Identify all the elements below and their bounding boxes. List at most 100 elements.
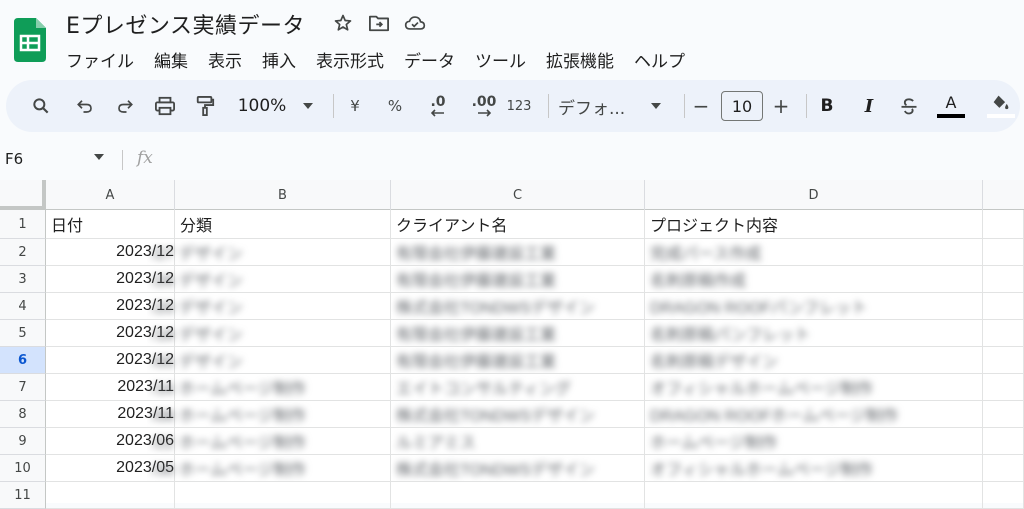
zoom-select[interactable]: 100% — [234, 80, 290, 132]
column-header-d[interactable]: D — [645, 180, 983, 210]
zoom-dropdown-icon[interactable] — [298, 80, 318, 132]
cell-empty[interactable] — [983, 482, 1024, 509]
cell-project[interactable]: オフィシャルホームページ制作 — [645, 455, 983, 482]
row-header[interactable]: 11 — [0, 482, 46, 509]
row-header[interactable]: 1 — [0, 210, 46, 239]
cell-client[interactable]: 株式会社TONDWSデザイン — [391, 455, 645, 482]
select-all-corner[interactable] — [0, 180, 46, 210]
cell-empty[interactable] — [983, 239, 1024, 266]
cell-c1[interactable]: クライアント名 — [391, 210, 645, 239]
fill-color-button[interactable] — [986, 80, 1016, 132]
column-header-b[interactable]: B — [175, 180, 391, 210]
menu-extensions[interactable]: 拡張機能 — [546, 45, 624, 74]
cell-client[interactable]: ルミアミス — [391, 428, 645, 455]
row-header[interactable]: 7 — [0, 374, 46, 401]
cell-client[interactable]: 有限会社伊藤建設工業 — [391, 239, 645, 266]
cell-category[interactable]: /18 デザイン — [147, 320, 391, 347]
cell-project[interactable]: DRAGON ROOFホームページ制作 — [645, 401, 983, 428]
cell-category[interactable]: /22 ホームページ制作 — [147, 428, 391, 455]
menu-insert[interactable]: 挿入 — [262, 45, 306, 74]
cell-empty[interactable] — [645, 482, 983, 509]
row-header[interactable]: 8 — [0, 401, 46, 428]
menu-view[interactable]: 表示 — [208, 45, 252, 74]
star-icon[interactable] — [332, 12, 354, 34]
cell-category[interactable]: /05 デザイン — [147, 347, 391, 374]
cell-empty[interactable] — [983, 428, 1024, 455]
cell-category[interactable]: /16 ホームページ制作 — [147, 374, 391, 401]
row-header[interactable]: 5 — [0, 320, 46, 347]
cell-project[interactable]: 完成パース作成 — [645, 239, 983, 266]
cell-empty[interactable] — [175, 482, 391, 509]
search-menus-icon[interactable] — [28, 80, 54, 132]
cell-a1[interactable]: 日付 — [46, 210, 175, 239]
cell-empty[interactable] — [983, 455, 1024, 482]
row-header[interactable]: 2 — [0, 239, 46, 266]
menu-edit[interactable]: 編集 — [154, 45, 198, 74]
cell-empty[interactable] — [983, 347, 1024, 374]
row-header[interactable]: 9 — [0, 428, 46, 455]
spreadsheet-grid[interactable]: A B C D 1 2 3 4 5 6 7 8 9 10 11 日付 分類 クラ… — [0, 180, 1024, 509]
menu-format[interactable]: 表示形式 — [316, 45, 394, 74]
cell-category[interactable]: /20 デザイン — [147, 293, 391, 320]
cell-project[interactable]: 名刺原稿デザイン — [645, 347, 983, 374]
strikethrough-icon[interactable] — [896, 80, 922, 132]
cell-project[interactable]: DRAGON ROOFパンフレット — [645, 293, 983, 320]
decrease-decimal-button[interactable]: .0 — [422, 80, 454, 132]
text-color-button[interactable]: A — [936, 80, 966, 132]
print-icon[interactable] — [151, 80, 179, 132]
cell-empty[interactable] — [391, 482, 645, 509]
menu-tools[interactable]: ツール — [475, 45, 536, 74]
percent-format-button[interactable]: % — [384, 80, 406, 132]
row-header[interactable]: 3 — [0, 266, 46, 293]
cell-project[interactable]: ホームページ制作 — [645, 428, 983, 455]
cell-category[interactable]: /08 ホームページ制作 — [147, 401, 391, 428]
paint-format-icon[interactable] — [191, 80, 219, 132]
menu-help[interactable]: ヘルプ — [634, 45, 695, 74]
font-dropdown-icon[interactable] — [646, 80, 666, 132]
cell-client[interactable]: 有限会社伊藤建設工業 — [391, 266, 645, 293]
menu-data[interactable]: データ — [404, 45, 465, 74]
cloud-saved-icon[interactable] — [404, 12, 426, 34]
cell-category[interactable]: /26 デザイン — [147, 266, 391, 293]
cell-empty[interactable] — [983, 266, 1024, 293]
increase-decimal-button[interactable]: .00 — [466, 80, 502, 132]
document-title[interactable]: Eプレゼンス実績データ — [66, 8, 305, 40]
cell-project[interactable]: 名刺原稿作成 — [645, 266, 983, 293]
name-box[interactable]: F6 — [5, 150, 23, 168]
decrease-font-size-button[interactable]: − — [690, 80, 712, 132]
sheets-logo-icon[interactable] — [14, 18, 46, 62]
more-formats-button[interactable]: 123 — [504, 80, 534, 132]
cell-project[interactable]: 名刺原稿パンフレット — [645, 320, 983, 347]
column-header-a[interactable]: A — [46, 180, 175, 210]
bold-button[interactable]: B — [816, 80, 838, 132]
currency-format-button[interactable]: ¥ — [344, 80, 366, 132]
cell-category[interactable]: /30 ホームページ制作 — [147, 455, 391, 482]
move-folder-icon[interactable] — [368, 12, 390, 34]
cell-e1[interactable] — [983, 210, 1024, 239]
menu-file[interactable]: ファイル — [66, 45, 144, 74]
cell-empty[interactable] — [983, 401, 1024, 428]
cell-client[interactable]: 株式会社TONDWSデザイン — [391, 401, 645, 428]
cell-project[interactable]: オフィシャルホームページ制作 — [645, 374, 983, 401]
italic-button[interactable]: I — [858, 80, 880, 132]
cell-client[interactable]: 有限会社伊藤建設工業 — [391, 347, 645, 374]
cell-client[interactable]: エイトコンサルティング — [391, 374, 645, 401]
cell-empty[interactable] — [983, 293, 1024, 320]
cell-empty[interactable] — [983, 320, 1024, 347]
cell-b1[interactable]: 分類 — [175, 210, 391, 239]
row-header-active[interactable]: 6 — [0, 347, 46, 374]
row-header[interactable]: 4 — [0, 293, 46, 320]
cell-empty[interactable] — [46, 482, 175, 509]
column-header-e[interactable] — [983, 180, 1024, 210]
column-header-c[interactable]: C — [391, 180, 645, 210]
increase-font-size-button[interactable]: + — [770, 80, 792, 132]
cell-client[interactable]: 株式会社TONDWSデザイン — [391, 293, 645, 320]
cell-d1[interactable]: プロジェクト内容 — [645, 210, 983, 239]
name-box-dropdown-icon[interactable] — [94, 154, 104, 160]
row-header[interactable]: 10 — [0, 455, 46, 482]
cell-client[interactable]: 有限会社伊藤建設工業 — [391, 320, 645, 347]
cell-category[interactable]: /27 デザイン — [147, 239, 391, 266]
font-family-select[interactable]: デフォ... — [558, 80, 648, 132]
font-size-input[interactable]: 10 — [721, 91, 763, 121]
redo-icon[interactable] — [112, 80, 138, 132]
